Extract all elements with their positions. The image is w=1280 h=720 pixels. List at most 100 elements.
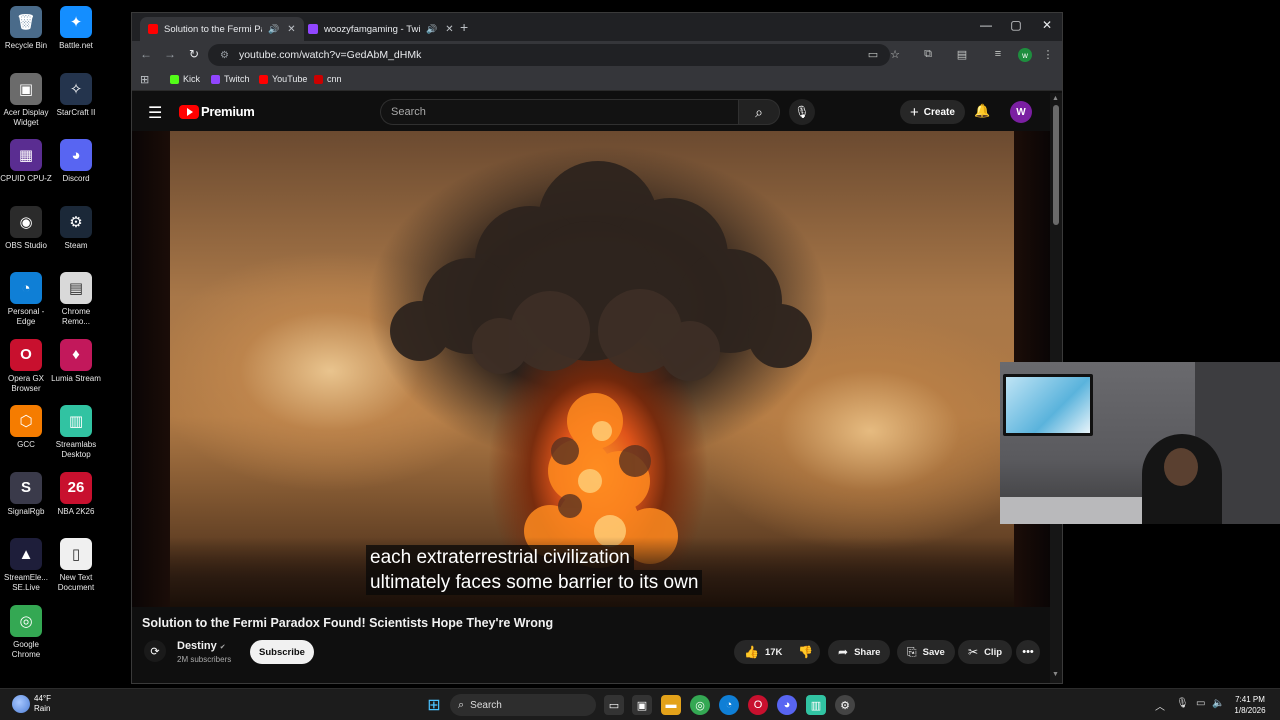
maximize-icon[interactable]: ▢ bbox=[1006, 18, 1026, 32]
apps-grid-icon[interactable]: ⊞ bbox=[140, 73, 149, 86]
network-icon[interactable]: ▭ bbox=[1196, 698, 1205, 709]
subscribe-button[interactable]: Subscribe bbox=[250, 640, 314, 664]
bookmark-kick[interactable]: Kick bbox=[170, 74, 200, 84]
bookmark-cnn[interactable]: cnn bbox=[314, 74, 342, 84]
user-avatar[interactable]: W bbox=[1010, 101, 1032, 123]
desktop-icon[interactable]: ▥ Streamlabs Desktop bbox=[50, 405, 102, 460]
url-field[interactable]: ⚙ youtube.com/watch?v=GedAbM_dHMk bbox=[208, 44, 890, 66]
channel-avatar[interactable]: ⟳ bbox=[144, 640, 166, 662]
desktop-icon[interactable]: O Opera GX Browser bbox=[0, 338, 52, 394]
webcam-face bbox=[1164, 448, 1198, 486]
taskbar-search[interactable]: ⌕ Search bbox=[450, 694, 596, 716]
task-view-icon[interactable]: ▭ bbox=[604, 695, 624, 715]
tab-twitch[interactable]: woozyfamgaming - Twitch 🔊 ✕ bbox=[300, 17, 462, 41]
desktop-icon[interactable]: ⬡ GCC bbox=[0, 405, 52, 450]
weather-widget[interactable]: 44°F Rain bbox=[12, 694, 51, 714]
audio-icon[interactable]: 🔊 bbox=[268, 24, 279, 35]
desktop-icon[interactable]: ◉ OBS Studio bbox=[0, 205, 52, 251]
site-info-icon[interactable]: ⚙ bbox=[220, 50, 229, 61]
desktop-icon[interactable]: 🗑 Recycle Bin bbox=[0, 6, 52, 51]
bookmark-youtube[interactable]: YouTube bbox=[259, 74, 307, 84]
back-icon[interactable]: ← bbox=[138, 47, 154, 61]
desktop-icon[interactable]: ▦ CPUID CPU-Z bbox=[0, 139, 52, 184]
webcam-overlay bbox=[1000, 362, 1280, 524]
save-label: Save bbox=[922, 646, 945, 658]
desktop-icon[interactable]: ▣ Acer Display Widget bbox=[0, 72, 52, 128]
scissors-icon: ✂ bbox=[968, 645, 979, 659]
close-window-icon[interactable]: ✕ bbox=[1037, 18, 1057, 32]
extensions-icon[interactable]: ⧉ bbox=[920, 48, 936, 61]
discord-taskbar-icon[interactable]: ◕ bbox=[777, 695, 797, 715]
new-tab-icon[interactable]: + bbox=[460, 19, 468, 35]
dislike-button[interactable]: 👎 bbox=[790, 640, 823, 664]
desktop-icon[interactable]: ◔ Personal - Edge bbox=[0, 272, 52, 327]
settings-taskbar-icon[interactable]: ⚙ bbox=[835, 695, 855, 715]
search-input[interactable]: Search bbox=[380, 99, 738, 125]
volume-icon[interactable]: 🔈 bbox=[1212, 698, 1224, 709]
scroll-thumb[interactable] bbox=[1053, 105, 1059, 225]
bookmark-star-icon[interactable]: ☆ bbox=[887, 48, 903, 61]
share-button[interactable]: ➦ Share bbox=[828, 640, 891, 664]
desktop-icon-label: SignalRgb bbox=[7, 506, 45, 516]
subscriber-count: 2M subscribers bbox=[177, 655, 232, 664]
desktop-icon[interactable]: ▲ StreamEle... SE.Live bbox=[0, 538, 52, 593]
streamlabs-taskbar-icon[interactable]: ▥ bbox=[806, 695, 826, 715]
bookmark-icon: ⎘ bbox=[907, 644, 917, 659]
desktop-icon-label: Streamlabs Desktop bbox=[55, 440, 97, 459]
clip-button[interactable]: ✂ Clip bbox=[958, 640, 1013, 664]
tray-overflow-icon[interactable]: ︿ bbox=[1155, 698, 1165, 713]
desktop-icon[interactable]: S SignalRgb bbox=[0, 471, 52, 517]
opera-gx-taskbar-icon[interactable]: O bbox=[748, 695, 768, 715]
desktop-icon[interactable]: ♦ Lumia Stream bbox=[50, 338, 102, 384]
save-button[interactable]: ⎘ Save bbox=[897, 640, 955, 664]
search-icon: ⌕ bbox=[755, 103, 763, 120]
search-button[interactable]: ⌕ bbox=[738, 99, 780, 125]
thumbs-down-icon: 👎 bbox=[798, 645, 814, 659]
desktop-icon[interactable]: ▤ Chrome Remo... bbox=[50, 272, 102, 327]
youtube-premium-logo[interactable]: Premium bbox=[179, 104, 255, 119]
side-panel-icon[interactable]: ▤ bbox=[954, 48, 970, 61]
more-actions-button[interactable]: ••• bbox=[1016, 640, 1040, 664]
close-tab-icon[interactable]: ✕ bbox=[287, 24, 295, 35]
system-clock[interactable]: 7:41 PM 1/8/2026 bbox=[1228, 694, 1272, 716]
voice-search-button[interactable]: 🎙 bbox=[789, 99, 815, 125]
audio-icon[interactable]: 🔊 bbox=[426, 24, 437, 35]
menu-kebab-icon[interactable]: ⋮ bbox=[1040, 48, 1056, 61]
scroll-down-icon[interactable]: ▼ bbox=[1052, 671, 1059, 678]
desktop-app-icon: ♦ bbox=[60, 338, 92, 371]
desktop-icon[interactable]: ✦ Battle.net bbox=[50, 6, 102, 51]
desktop-icon[interactable]: 26 NBA 2K26 bbox=[50, 471, 102, 517]
bookmark-label: cnn bbox=[327, 74, 342, 84]
taskbar-search-label: Search bbox=[470, 699, 502, 711]
close-tab-icon[interactable]: ✕ bbox=[445, 24, 453, 35]
notifications-bell-icon[interactable]: 🔔 bbox=[974, 103, 990, 119]
tab-youtube[interactable]: Solution to the Fermi Parad 🔊 ✕ bbox=[140, 17, 304, 41]
scroll-up-icon[interactable]: ▲ bbox=[1052, 95, 1059, 102]
desktop-icon[interactable]: ◎ Google Chrome bbox=[0, 604, 52, 660]
create-button[interactable]: + Create bbox=[900, 100, 965, 124]
profile-avatar[interactable]: w bbox=[1018, 48, 1032, 62]
like-button[interactable]: 👍 17K bbox=[734, 640, 790, 664]
windows-start-icon[interactable]: ⊞ bbox=[424, 695, 444, 715]
edge-taskbar-icon[interactable]: ◔ bbox=[719, 695, 739, 715]
widgets-icon[interactable]: ▣ bbox=[632, 695, 652, 715]
minimize-icon[interactable]: — bbox=[976, 18, 996, 32]
chrome-taskbar-icon[interactable]: ◎ bbox=[690, 695, 710, 715]
twitch-favicon-icon bbox=[308, 24, 318, 34]
desktop-icon[interactable]: ⚙ Steam bbox=[50, 205, 102, 251]
desktop-icon[interactable]: ✧ StarCraft II bbox=[50, 72, 102, 118]
reload-icon[interactable]: ↻ bbox=[186, 47, 202, 61]
desktop-icon[interactable]: ▯ New Text Document bbox=[50, 538, 102, 593]
bookmark-twitch[interactable]: Twitch bbox=[211, 74, 250, 84]
desktop-icon[interactable]: ◕ Discord bbox=[50, 139, 102, 184]
channel-name-link[interactable]: Destiny ✔ bbox=[177, 640, 226, 652]
reading-list-icon[interactable]: ≡ bbox=[990, 48, 1006, 60]
forward-icon[interactable]: → bbox=[162, 47, 178, 61]
hamburger-menu-icon[interactable]: ☰ bbox=[148, 103, 162, 123]
video-frame[interactable]: each extraterrestrial civilization ultim… bbox=[170, 131, 1014, 607]
cast-icon[interactable]: ▭ bbox=[865, 48, 881, 61]
file-explorer-icon[interactable]: ▬ bbox=[661, 695, 681, 715]
desktop-icon-label: StreamEle... SE.Live bbox=[3, 573, 48, 592]
video-player[interactable]: each extraterrestrial civilization ultim… bbox=[132, 131, 1050, 607]
microphone-tray-icon[interactable]: 🎙 bbox=[1176, 698, 1189, 709]
